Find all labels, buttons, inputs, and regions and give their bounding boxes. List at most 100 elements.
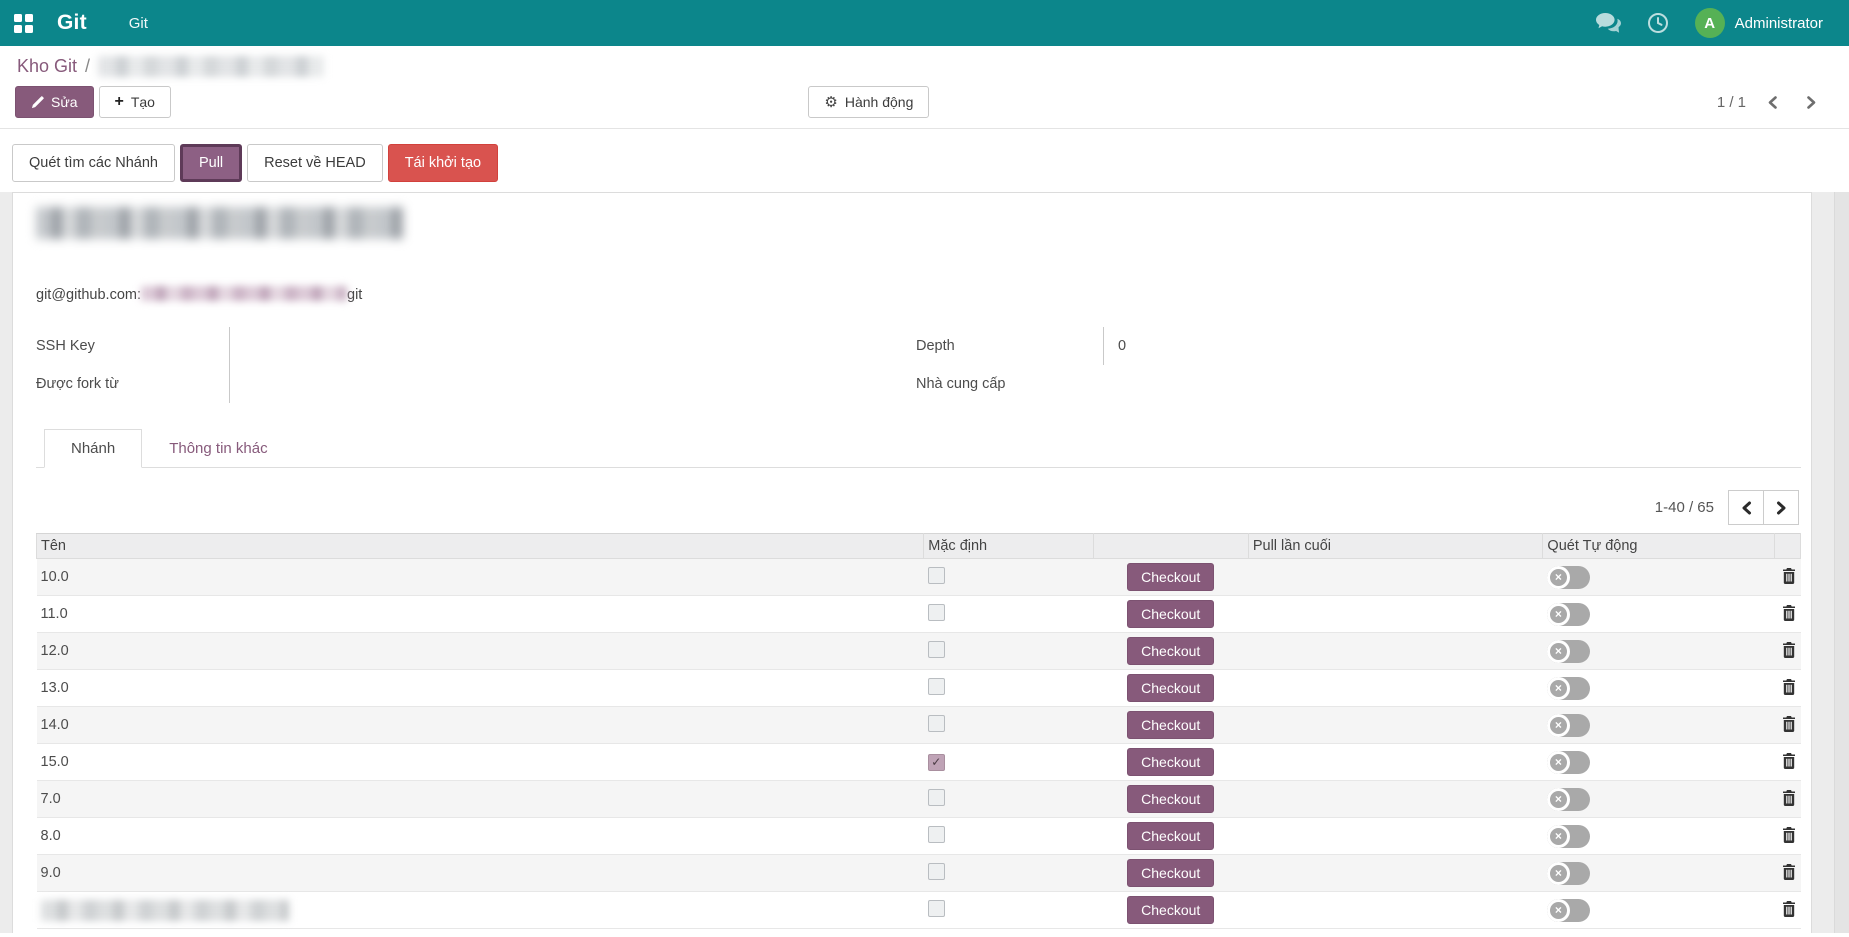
branch-name-cell[interactable]: 14.0 bbox=[37, 707, 924, 744]
branch-name-cell[interactable]: 10.0 bbox=[37, 559, 924, 596]
form-sheet: git@github.com:git SSH Key Được fork từ … bbox=[12, 192, 1812, 933]
checkout-button[interactable]: Checkout bbox=[1127, 822, 1214, 850]
branch-name-cell[interactable]: 13.0 bbox=[37, 670, 924, 707]
checkout-button[interactable]: Checkout bbox=[1127, 785, 1214, 813]
pager-previous-icon[interactable] bbox=[1760, 91, 1785, 114]
trash-icon[interactable] bbox=[1778, 825, 1800, 848]
action-button-label: Hành động bbox=[845, 94, 914, 110]
default-checkbox[interactable] bbox=[928, 678, 945, 695]
trash-icon[interactable] bbox=[1778, 788, 1800, 811]
branch-default-cell bbox=[924, 707, 1093, 744]
branch-row[interactable]: 11.0 Checkout × bbox=[37, 596, 1801, 633]
branch-name-cell[interactable] bbox=[37, 892, 924, 929]
app-brand[interactable]: Git bbox=[57, 11, 87, 35]
checkout-button[interactable]: Checkout bbox=[1127, 563, 1214, 591]
create-button[interactable]: + Tạo bbox=[99, 86, 171, 118]
toggle-off-icon: × bbox=[1547, 640, 1570, 663]
plus-icon: + bbox=[115, 94, 124, 110]
branch-name-cell[interactable]: 11.0 bbox=[37, 596, 924, 633]
column-header-auto-scan[interactable]: Quét Tự động bbox=[1543, 534, 1774, 559]
branch-name-cell[interactable]: 7.0 bbox=[37, 781, 924, 818]
checkout-button[interactable]: Checkout bbox=[1127, 637, 1214, 665]
pull-button[interactable]: Pull bbox=[180, 144, 242, 182]
tab-branches[interactable]: Nhánh bbox=[44, 429, 142, 468]
toggle-off-icon: × bbox=[1547, 862, 1570, 885]
checkout-button[interactable]: Checkout bbox=[1127, 859, 1214, 887]
checkout-button[interactable]: Checkout bbox=[1127, 600, 1214, 628]
scan-branches-button[interactable]: Quét tìm các Nhánh bbox=[12, 144, 175, 182]
auto-scan-toggle[interactable]: × bbox=[1547, 899, 1590, 922]
checkout-button[interactable]: Checkout bbox=[1127, 674, 1214, 702]
activities-clock-icon[interactable] bbox=[1647, 12, 1669, 34]
default-checkbox[interactable] bbox=[928, 715, 945, 732]
repo-url-suffix: git bbox=[347, 287, 362, 303]
branch-auto-scan-cell: × bbox=[1543, 596, 1774, 633]
table-header-row: Tên Mặc định Pull lần cuối Quét Tự động bbox=[37, 534, 1801, 559]
trash-icon[interactable] bbox=[1778, 899, 1800, 922]
breadcrumb-parent[interactable]: Kho Git bbox=[17, 56, 77, 77]
auto-scan-toggle[interactable]: × bbox=[1547, 825, 1590, 848]
reinitialize-button[interactable]: Tái khởi tạo bbox=[388, 144, 498, 182]
trash-icon[interactable] bbox=[1778, 714, 1800, 737]
column-header-checkout bbox=[1093, 534, 1248, 559]
branch-row[interactable]: 10.0 Checkout × bbox=[37, 559, 1801, 596]
nav-menu-git[interactable]: Git bbox=[129, 15, 148, 32]
column-header-default[interactable]: Mặc định bbox=[924, 534, 1093, 559]
trash-icon[interactable] bbox=[1778, 603, 1800, 626]
apps-menu-icon[interactable] bbox=[14, 14, 33, 33]
trash-icon[interactable] bbox=[1778, 566, 1800, 589]
auto-scan-toggle[interactable]: × bbox=[1547, 751, 1590, 774]
auto-scan-toggle[interactable]: × bbox=[1547, 862, 1590, 885]
checkout-button[interactable]: Checkout bbox=[1127, 748, 1214, 776]
default-checkbox[interactable] bbox=[928, 863, 945, 880]
default-checkbox[interactable] bbox=[928, 826, 945, 843]
branch-row[interactable]: 7.0 Checkout × bbox=[37, 781, 1801, 818]
tab-other-info[interactable]: Thông tin khác bbox=[142, 429, 294, 468]
depth-value[interactable]: 0 bbox=[1118, 338, 1126, 354]
user-menu[interactable]: A Administrator bbox=[1695, 8, 1823, 38]
auto-scan-toggle[interactable]: × bbox=[1547, 603, 1590, 626]
vertical-scrollbar[interactable] bbox=[1834, 192, 1849, 933]
reset-head-button[interactable]: Reset về HEAD bbox=[247, 144, 383, 182]
default-checkbox[interactable] bbox=[928, 567, 945, 584]
trash-icon[interactable] bbox=[1778, 640, 1800, 663]
trash-icon[interactable] bbox=[1778, 862, 1800, 885]
default-checkbox[interactable] bbox=[928, 641, 945, 658]
branch-row[interactable]: 8.0 Checkout × bbox=[37, 818, 1801, 855]
trash-icon[interactable] bbox=[1778, 677, 1800, 700]
edit-button[interactable]: Sửa bbox=[15, 86, 94, 118]
messages-icon[interactable] bbox=[1596, 13, 1621, 33]
default-checkbox[interactable] bbox=[928, 789, 945, 806]
branch-row[interactable]: 9.0 Checkout × bbox=[37, 855, 1801, 892]
branch-name-cell[interactable]: 12.0 bbox=[37, 633, 924, 670]
column-header-last-pull[interactable]: Pull lần cuối bbox=[1248, 534, 1543, 559]
pencil-icon bbox=[31, 96, 44, 109]
branch-name-cell[interactable]: 8.0 bbox=[37, 818, 924, 855]
list-pager-next-icon[interactable] bbox=[1763, 490, 1799, 525]
default-checkbox[interactable]: ✓ bbox=[928, 754, 945, 771]
branch-delete-cell bbox=[1774, 744, 1801, 781]
pager-next-icon[interactable] bbox=[1799, 91, 1824, 114]
branch-name-cell[interactable]: 9.0 bbox=[37, 855, 924, 892]
trash-icon[interactable] bbox=[1778, 751, 1800, 774]
column-header-name[interactable]: Tên bbox=[37, 534, 924, 559]
list-pager-previous-icon[interactable] bbox=[1728, 490, 1764, 525]
checkout-button[interactable]: Checkout bbox=[1127, 896, 1214, 924]
auto-scan-toggle[interactable]: × bbox=[1547, 677, 1590, 700]
auto-scan-toggle[interactable]: × bbox=[1547, 714, 1590, 737]
action-menu-button[interactable]: ⚙ Hành động bbox=[808, 86, 929, 118]
auto-scan-toggle[interactable]: × bbox=[1547, 788, 1590, 811]
auto-scan-toggle[interactable]: × bbox=[1547, 640, 1590, 663]
branch-row[interactable]: 14.0 Checkout × bbox=[37, 707, 1801, 744]
form-pager-value: 1 / 1 bbox=[1717, 94, 1746, 111]
branch-row[interactable]: 12.0 Checkout × bbox=[37, 633, 1801, 670]
branch-row[interactable]: Checkout × bbox=[37, 892, 1801, 929]
default-checkbox[interactable] bbox=[928, 900, 945, 917]
branch-row[interactable]: 13.0 Checkout × bbox=[37, 670, 1801, 707]
default-checkbox[interactable] bbox=[928, 604, 945, 621]
checkout-button[interactable]: Checkout bbox=[1127, 711, 1214, 739]
auto-scan-toggle[interactable]: × bbox=[1547, 566, 1590, 589]
branch-name-cell[interactable]: 15.0 bbox=[37, 744, 924, 781]
edit-button-label: Sửa bbox=[51, 94, 78, 110]
branch-row[interactable]: 15.0 ✓ Checkout × bbox=[37, 744, 1801, 781]
